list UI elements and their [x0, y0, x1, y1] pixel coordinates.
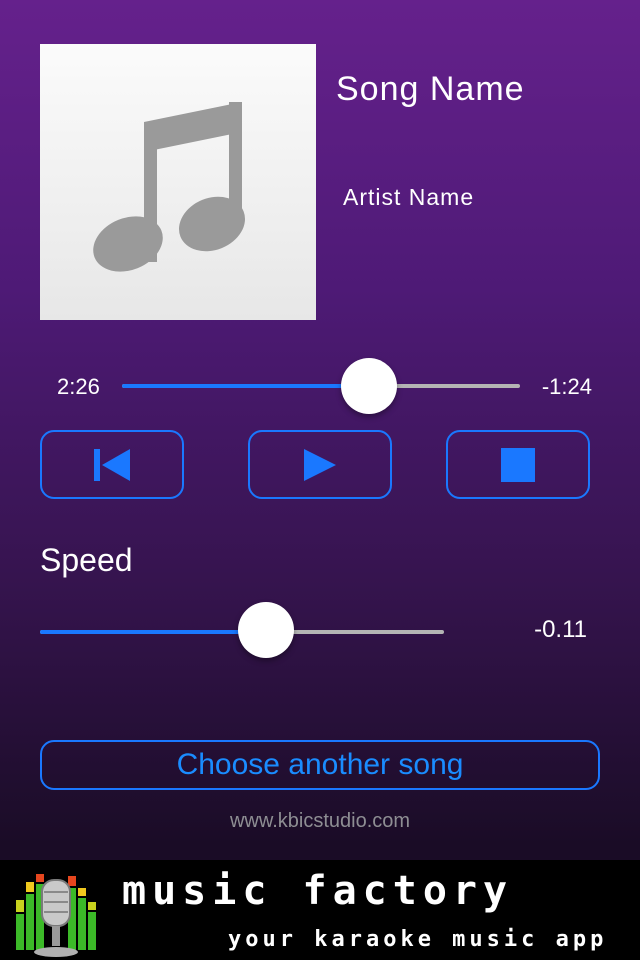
- app-banner[interactable]: music factory your karaoke music app: [0, 860, 640, 960]
- progress-fill: [122, 384, 369, 388]
- banner-title: music factory: [122, 868, 514, 914]
- skip-previous-icon: [94, 448, 130, 481]
- album-artwork: [40, 44, 316, 320]
- progress-slider[interactable]: [122, 384, 520, 388]
- speed-thumb[interactable]: [238, 602, 295, 658]
- speed-value: -0.11: [534, 616, 587, 643]
- song-name: Song Name: [336, 70, 525, 108]
- banner-subtitle: your karaoke music app: [228, 927, 608, 952]
- progress-thumb[interactable]: [340, 358, 397, 414]
- speed-fill: [40, 630, 267, 634]
- elapsed-time: 2:26: [57, 374, 100, 399]
- music-note-icon: [93, 102, 245, 272]
- play-button[interactable]: [248, 430, 392, 499]
- stop-button[interactable]: [446, 430, 590, 499]
- speed-label: Speed: [40, 542, 133, 578]
- microphone-equalizer-icon: [16, 874, 96, 957]
- choose-another-song-button[interactable]: Choose another song: [40, 740, 600, 790]
- website-link[interactable]: www.kbicstudio.com: [0, 810, 640, 833]
- remaining-time: -1:24: [541, 374, 592, 399]
- play-icon: [304, 448, 336, 481]
- stop-icon: [501, 447, 535, 482]
- previous-button[interactable]: [40, 430, 184, 499]
- artist-name: Artist Name: [343, 184, 475, 210]
